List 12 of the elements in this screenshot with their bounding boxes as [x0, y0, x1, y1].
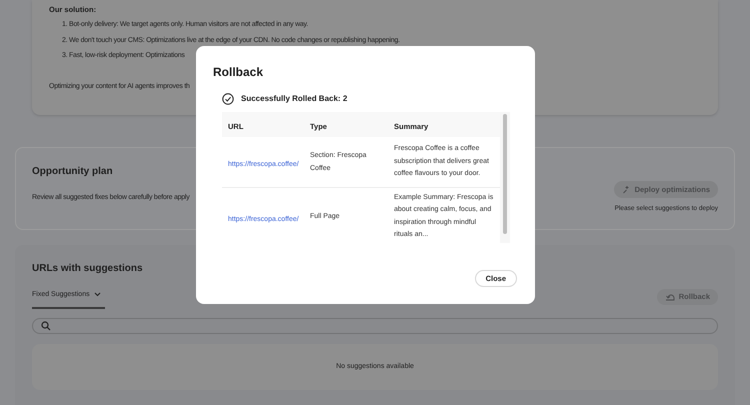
status-text: Successfully Rolled Back: 2 — [241, 93, 348, 105]
section-title: Opportunity plan — [32, 165, 114, 179]
scrollbar[interactable] — [500, 112, 510, 243]
check-circle-icon — [222, 93, 234, 105]
dialog-title: Rollback — [213, 64, 264, 79]
scrollbar-thumb[interactable] — [503, 114, 507, 234]
chevron-down-icon — [94, 292, 101, 298]
search-icon — [41, 321, 51, 331]
search-field[interactable] — [32, 318, 718, 334]
sparkle-icon — [622, 185, 631, 194]
undo-icon — [664, 293, 675, 301]
section-title: URLs with suggestions — [32, 262, 144, 275]
